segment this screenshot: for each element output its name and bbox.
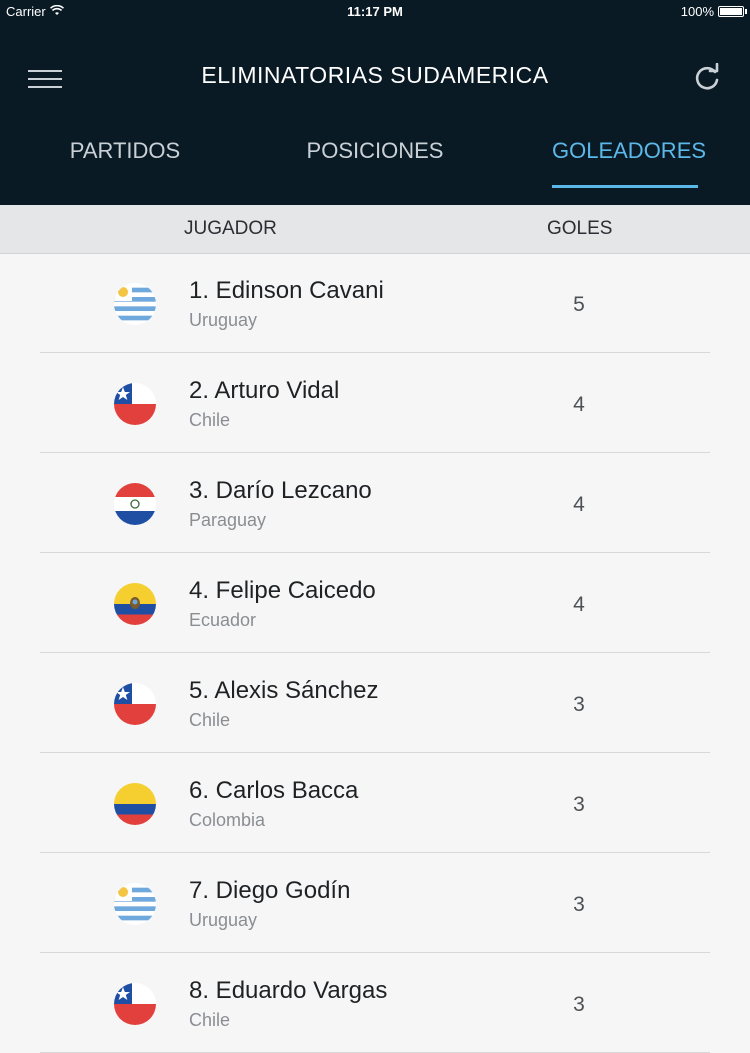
uruguay-flag-icon [114,283,156,325]
chile-flag-icon [114,383,156,425]
table-row[interactable]: 7. Diego Godín Uruguay 3 [0,853,750,953]
player-name: 3. Darío Lezcano [189,477,372,504]
player-name: 1. Edinson Cavani [189,277,384,304]
chile-flag-icon [114,683,156,725]
refresh-icon[interactable] [692,63,722,93]
player-goals: 4 [573,493,585,516]
player-country: Chile [189,1010,231,1030]
page-title: ELIMINATORIAS SUDAMERICA [201,62,549,88]
table-row[interactable]: 8. Eduardo Vargas Chile 3 [0,953,750,1053]
player-goals: 3 [573,893,585,916]
top-bar: Carrier 11:17 PM 100% ELIMINATORIAS SUDA… [0,0,750,205]
active-tab-indicator [552,185,698,188]
tab-bar: PARTIDOS POSICIONES GOLEADORES [0,138,750,198]
colombia-flag-icon [114,783,156,825]
table-row[interactable]: 6. Carlos Bacca Colombia 3 [0,753,750,853]
player-country: Uruguay [189,310,258,330]
player-country: Uruguay [189,910,258,930]
player-name: 5. Alexis Sánchez [189,677,379,704]
player-country: Colombia [189,810,266,830]
battery-percent: 100% [680,4,714,19]
status-bar: Carrier 11:17 PM 100% [0,0,750,22]
table-row[interactable]: 4. Felipe Caicedo Ecuador 4 [0,553,750,653]
player-name: 7. Diego Godín [189,877,351,904]
player-country: Paraguay [189,510,267,530]
player-country: Chile [189,710,231,730]
player-name: 8. Eduardo Vargas [189,977,388,1004]
player-country: Chile [189,410,231,430]
player-name: 6. Carlos Bacca [189,777,359,804]
player-country: Ecuador [189,610,257,630]
paraguay-flag-icon [114,483,156,525]
ecuador-flag-icon [114,583,156,625]
tab-partidos[interactable]: PARTIDOS [60,138,190,190]
battery-icon [718,6,747,17]
player-goals: 3 [573,693,585,716]
chile-flag-icon [114,983,156,1025]
table-row[interactable]: 1. Edinson Cavani Uruguay 5 [0,253,750,353]
player-goals: 3 [573,793,585,816]
column-goles: GOLES [547,218,613,239]
table-row[interactable]: 2. Arturo Vidal Chile 4 [0,353,750,453]
player-name: 2. Arturo Vidal [189,377,340,404]
table-row[interactable]: 3. Darío Lezcano Paraguay 4 [0,453,750,553]
player-goals: 3 [573,993,585,1016]
column-jugador: JUGADOR [184,218,277,239]
status-time: 11:17 PM [347,4,403,19]
player-goals: 4 [573,593,585,616]
table-header: JUGADOR GOLES [0,205,750,254]
battery-status: 100% [680,4,747,19]
tab-goleadores[interactable]: GOLEADORES [552,138,706,190]
uruguay-flag-icon [114,883,156,925]
player-goals: 5 [573,293,585,316]
tab-posiciones[interactable]: POSICIONES [305,138,445,190]
player-goals: 4 [573,393,585,416]
player-name: 4. Felipe Caicedo [189,577,376,604]
table-row[interactable]: 5. Alexis Sánchez Chile 3 [0,653,750,753]
